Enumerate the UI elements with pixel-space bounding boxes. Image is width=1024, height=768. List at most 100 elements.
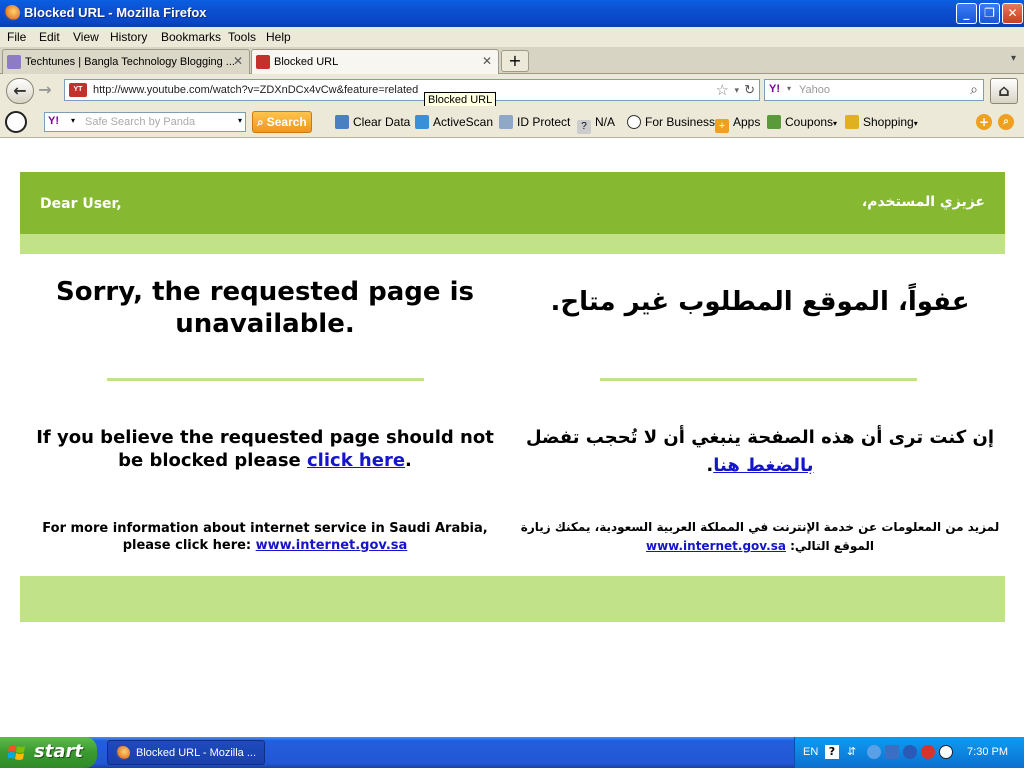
activescan-button[interactable]: ActiveScan (410, 111, 498, 133)
dropdown-icon: ▾ (913, 119, 918, 128)
taskbar: start Blocked URL - Mozilla ... EN ? ⇵ 7… (0, 737, 1024, 768)
url-bar[interactable]: YT http://www.youtube.com/watch?v=ZDXnDC… (64, 79, 760, 101)
panda-tray-icon[interactable] (939, 745, 953, 759)
clear-data-button[interactable]: Clear Data (330, 111, 415, 133)
menu-bookmarks[interactable]: Bookmarks (161, 30, 221, 44)
headline-en: Sorry, the requested page is unavailable… (56, 277, 474, 339)
network-icon[interactable] (885, 745, 899, 759)
start-button[interactable]: start (0, 737, 97, 768)
engine-dropdown-icon[interactable]: ▾ (71, 116, 75, 125)
maximize-button[interactable]: ❐ (979, 3, 1000, 24)
firefox-icon (116, 746, 130, 760)
language-indicator[interactable]: EN (803, 746, 818, 758)
panda-logo-icon[interactable] (5, 111, 27, 133)
coupons-button[interactable]: Coupons▾ (762, 111, 842, 133)
search-button-label: Search (266, 115, 307, 129)
tray-arrow-icon[interactable]: ⇵ (847, 745, 856, 758)
close-tab-icon[interactable]: ✕ (482, 54, 492, 68)
panda-search-box[interactable]: Y! ▾ Safe Search by Panda ▾ (44, 112, 246, 132)
yahoo-logo-icon[interactable]: Y! (769, 83, 780, 95)
id-protect-button[interactable]: ID Protect (494, 111, 575, 133)
tab-label: Blocked URL (274, 56, 339, 68)
tab-strip: Techtunes | Bangla Technology Blogging .… (0, 47, 1024, 74)
show-hidden-icons-icon[interactable] (867, 745, 881, 759)
dropdown-icon[interactable]: ▾ (238, 116, 242, 125)
for-business-label: For Business (645, 115, 716, 129)
menu-file[interactable]: File (7, 30, 26, 44)
internet-gov-link[interactable]: www.internet.gov.sa (256, 538, 408, 553)
unblock-request-ar: إن كنت ترى أن هذه الصفحة ينبغي أن لا تُح… (520, 424, 1000, 480)
url-text: http://www.youtube.com/watch?v=ZDXnDCx4v… (93, 84, 419, 96)
greeting-ar: عزيزي المستخدم، (861, 194, 985, 210)
youtube-site-icon: YT (69, 83, 87, 97)
tab-techtunes[interactable]: Techtunes | Bangla Technology Blogging .… (2, 49, 250, 74)
search-engine-box[interactable]: Y! ▾ Yahoo ⌕ (764, 79, 984, 101)
scissors-icon (767, 115, 781, 129)
back-button[interactable]: ← (6, 78, 34, 104)
tab-list-icon[interactable]: ▾ (1011, 53, 1016, 64)
page-content: Dear User, عزيزي المستخدم، Sorry, the re… (0, 139, 1024, 737)
new-tab-button[interactable]: + (501, 50, 529, 72)
navigation-bar: ← → YT http://www.youtube.com/watch?v=ZD… (0, 74, 1024, 106)
apps-label: Apps (733, 115, 761, 129)
more-info-en: For more information about internet serv… (30, 520, 500, 554)
question-icon: ? (577, 120, 591, 134)
home-button[interactable]: ⌂ (990, 78, 1018, 104)
forward-button[interactable]: → (34, 78, 56, 104)
activescan-label: ActiveScan (433, 115, 494, 129)
tab-blocked-url[interactable]: Blocked URL ✕ (251, 49, 499, 74)
reload-icon[interactable]: ↻ (744, 82, 755, 98)
menu-bar: File Edit View History Bookmarks Tools H… (0, 27, 1024, 47)
menu-tools[interactable]: Tools (228, 30, 256, 44)
menu-view[interactable]: View (73, 30, 99, 44)
shopping-label: Shopping (863, 115, 914, 129)
window-title: Blocked URL - Mozilla Firefox (24, 5, 207, 20)
add-icon[interactable]: + (976, 114, 992, 130)
url-dropdown-icon[interactable]: ▾ (734, 85, 739, 96)
system-tray: EN ? ⇵ 7:30 PM (794, 737, 1024, 768)
techtunes-favicon-icon (7, 55, 21, 69)
minimize-button[interactable]: _ (956, 3, 977, 24)
firefox-icon (4, 5, 20, 21)
shopping-button[interactable]: Shopping▾ (840, 111, 923, 133)
magnifier-icon[interactable]: ⌕ (970, 81, 978, 98)
tab-label: Techtunes | Bangla Technology Blogging .… (25, 56, 235, 68)
close-button[interactable]: ✕ (1002, 3, 1023, 24)
panda-search-input[interactable]: Safe Search by Panda (85, 116, 195, 128)
security-icon[interactable] (921, 745, 935, 759)
panda-search-button[interactable]: ⌕ Search (252, 111, 312, 133)
click-here-link[interactable]: click here (307, 450, 405, 471)
apps-button[interactable]: + Apps (710, 111, 765, 133)
footer-band (20, 576, 1005, 622)
firefox-window: Blocked URL - Mozilla Firefox _ ❐ ✕ File… (0, 0, 1024, 768)
search-input[interactable]: Yahoo (799, 84, 830, 96)
internet-gov-link-ar[interactable]: www.internet.gov.sa (646, 539, 786, 553)
search-icon: ⌕ (257, 115, 264, 129)
broom-icon (335, 115, 349, 129)
divider-ar (600, 378, 917, 381)
help-icon[interactable]: ? (825, 745, 839, 759)
banner-underline (20, 234, 1005, 254)
unblock-text-en: If you believe the requested page should… (36, 427, 494, 471)
na-button[interactable]: ? N/A (572, 111, 620, 134)
unblock-text-ar: إن كنت ترى أن هذه الصفحة ينبغي أن لا تُح… (525, 427, 995, 448)
greeting-banner: Dear User, عزيزي المستخدم، (20, 172, 1005, 234)
close-tab-icon[interactable]: ✕ (233, 54, 243, 68)
menu-history[interactable]: History (110, 30, 147, 44)
for-business-button[interactable]: For Business (622, 111, 720, 133)
youtube-favicon-icon (256, 55, 270, 69)
clock[interactable]: 7:30 PM (967, 746, 1008, 758)
taskbar-firefox-item[interactable]: Blocked URL - Mozilla ... (107, 740, 265, 765)
yahoo-logo-icon: Y! (48, 115, 59, 127)
bookmark-star-icon[interactable]: ☆ (716, 81, 729, 99)
headline-ar: عفواً، الموقع المطلوب غير متاح. (550, 287, 970, 317)
click-here-link-ar[interactable]: بالضغط هنا (713, 455, 813, 476)
engine-dropdown-icon[interactable]: ▾ (787, 84, 791, 93)
c-app-icon[interactable] (903, 745, 917, 759)
menu-help[interactable]: Help (266, 30, 291, 44)
id-protect-label: ID Protect (517, 115, 571, 129)
activescan-icon (415, 115, 429, 129)
coupons-label: Coupons (785, 115, 834, 129)
search-icon[interactable]: ⌕ (998, 114, 1014, 130)
menu-edit[interactable]: Edit (39, 30, 60, 44)
